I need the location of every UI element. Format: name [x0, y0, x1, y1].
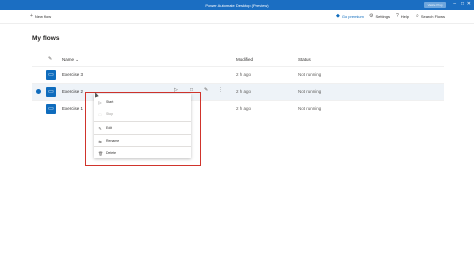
command-bar: + New flow ◆ Go premium ⚙ Settings ? Hel… [0, 10, 474, 24]
user-account[interactable]: Vasile Ping [424, 2, 446, 8]
flow-status: Not running [298, 89, 322, 94]
rename-icon: ⇆ [98, 138, 102, 144]
plus-icon: + [30, 13, 33, 19]
flow-name[interactable]: Exercise 3 [62, 72, 83, 77]
menu-item-rename[interactable]: ⇆ Rename [94, 136, 191, 146]
column-name[interactable]: Name ⌄ [62, 57, 79, 63]
menu-divider [94, 134, 191, 135]
new-flow-label: New flow [34, 13, 52, 19]
chevron-down-icon: ⌄ [75, 57, 80, 62]
page-title: My flows [32, 35, 60, 42]
table-header: ✎ Name ⌄ Modified Status [0, 55, 474, 65]
search-flows[interactable]: ⌕ Search Flows [416, 13, 445, 19]
window-title: Power Automate Desktop (Preview) [205, 3, 269, 8]
menu-item-stop-label: Stop [106, 112, 114, 116]
context-menu: ▷ Start □ Stop ✎ Edit ⇆ Rename 🗑 Delete [94, 94, 191, 158]
pencil-icon[interactable]: ✎ [204, 87, 208, 93]
trash-icon: 🗑 [98, 150, 104, 156]
more-icon[interactable]: ⋮ [218, 87, 223, 93]
menu-item-stop: □ Stop [94, 109, 191, 119]
close-icon[interactable]: ✕ [467, 1, 471, 7]
menu-item-start-label: Start [106, 100, 114, 104]
search-label: Search Flows [420, 13, 446, 19]
column-modified[interactable]: Modified [236, 57, 253, 62]
flow-modified: 2 h ago [236, 72, 252, 77]
diamond-icon: ◆ [336, 13, 340, 19]
help-label: Help [400, 13, 410, 19]
gear-icon: ⚙ [369, 13, 374, 19]
menu-divider [94, 146, 191, 147]
selected-indicator[interactable] [36, 89, 41, 94]
menu-item-delete[interactable]: 🗑 Delete [94, 148, 191, 158]
pencil-icon: ✎ [98, 125, 102, 131]
flow-status: Not running [298, 72, 322, 77]
column-name-label: Name [62, 57, 75, 62]
menu-item-edit[interactable]: ✎ Edit [94, 123, 191, 133]
menu-item-start[interactable]: ▷ Start [94, 97, 191, 107]
go-premium-label: Go premium [341, 13, 364, 19]
flow-name[interactable]: Exercise 1 [62, 106, 83, 111]
column-status[interactable]: Status [298, 57, 311, 62]
flow-modified: 2 h ago [236, 106, 252, 111]
menu-divider [94, 121, 191, 122]
search-icon: ⌕ [416, 13, 419, 19]
maximize-icon[interactable]: □ [461, 1, 464, 7]
menu-item-edit-label: Edit [106, 126, 113, 130]
flow-icon: ▭ [46, 70, 56, 80]
flow-status: Not running [298, 106, 322, 111]
play-icon: ▷ [98, 99, 102, 105]
go-premium-button[interactable]: ◆ Go premium [336, 13, 364, 19]
table-row[interactable]: ▭ Exercise 3 2 h ago Not running [32, 66, 444, 83]
settings-button[interactable]: ⚙ Settings [369, 13, 390, 19]
settings-label: Settings [375, 13, 390, 19]
menu-item-delete-label: Delete [106, 151, 117, 155]
flow-icon: ▭ [46, 87, 56, 97]
new-flow-button[interactable]: + New flow [30, 13, 51, 19]
menu-item-rename-label: Rename [106, 139, 120, 143]
minimize-icon[interactable]: – [453, 1, 456, 7]
edit-icon: ✎ [48, 56, 53, 62]
flow-icon: ▭ [46, 104, 56, 114]
flow-name[interactable]: Exercise 2 [62, 89, 83, 94]
title-bar: Power Automate Desktop (Preview) Vasile … [0, 0, 474, 10]
flow-modified: 2 h ago [236, 89, 252, 94]
help-button[interactable]: ? Help [396, 13, 409, 19]
help-icon: ? [396, 13, 399, 19]
stop-icon: □ [98, 111, 102, 117]
